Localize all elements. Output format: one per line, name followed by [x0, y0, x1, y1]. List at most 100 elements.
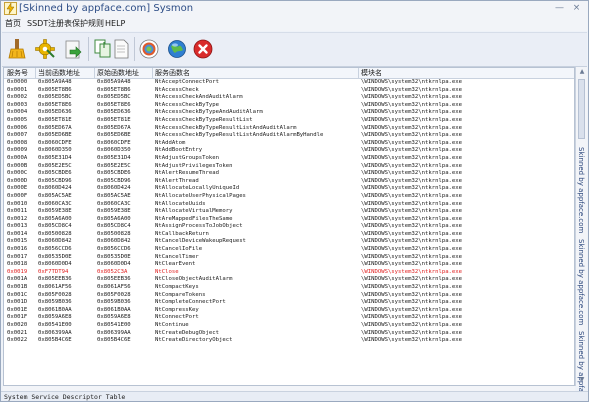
column-separator[interactable] [35, 68, 36, 78]
cell-service-number: 0x000C [7, 170, 28, 177]
table-row[interactable]: 0x0015 0x8060D842 0x8060D842 NtCancelDevice… [4, 238, 574, 246]
menu-help[interactable]: HELP [105, 18, 125, 30]
cell-current-address: 0x8060CA3C [38, 200, 72, 207]
cell-function-name: NtConnectPort [155, 314, 199, 321]
table-row-hooked[interactable]: 0x0019 0xF7TDT94 0x8052C3A NtClose \WINDOWS\… [4, 269, 574, 277]
cell-service-number: 0x0002 [7, 94, 28, 101]
table-row[interactable]: 0x001A 0x805EEB36 0x805EEB36 NtCloseObjectA… [4, 276, 574, 284]
table-row[interactable]: 0x0012 0x805A6A00 0x805A6A00 NtAreMappedFil… [4, 216, 574, 224]
table-row[interactable]: 0x0018 0x8060D0D4 0x8060D0D4 NtClearEvent \W… [4, 261, 574, 269]
column-header-original-address[interactable]: 原始函数地址 [97, 68, 139, 78]
table-row[interactable]: 0x001C 0x805F0028 0x805F0028 NtCompareToken… [4, 292, 574, 300]
cell-original-address: 0x805ED5BC [97, 94, 131, 101]
cell-original-address: 0x805CD8C4 [97, 223, 131, 230]
table-row[interactable]: 0x0010 0x8060CA3C 0x8060CA3C NtAllocateUuid… [4, 200, 574, 209]
table-row[interactable]: 0x0021 0x806399AA 0x806399AA NtCreateDebugO… [4, 329, 574, 338]
cell-function-name: NtAllocateUserPhysicalPages [155, 192, 246, 199]
cell-function-name: NtAddBootEntry [155, 147, 203, 154]
table-row[interactable]: 0x001B 0x8061AF56 0x8061AF56 NtCompactKeys \… [4, 284, 574, 292]
cell-original-address: 0x805E31D4 [97, 154, 131, 161]
column-header-module-name[interactable]: 模块名 [361, 68, 382, 78]
table-row[interactable]: 0x0020 0x80541E00 0x80541E00 NtContinue \WIN… [4, 322, 574, 330]
cell-service-number: 0x000D [7, 177, 28, 184]
stop-button[interactable] [190, 36, 216, 62]
column-header-function-name[interactable]: 服务函数名 [155, 68, 190, 78]
cell-original-address: 0x8059B036 [97, 299, 131, 306]
table-row[interactable]: 0x0000 0x805A9A48 0x805A9A48 NtAcceptConnec… [4, 79, 574, 87]
cell-service-number: 0x0013 [7, 223, 28, 230]
cell-function-name: NtAccessCheckByType [155, 101, 219, 108]
table-row[interactable]: 0x0003 0x805ET8E6 0x805ET8E6 NtAccessCheckB… [4, 101, 574, 110]
internet-button[interactable] [164, 36, 190, 62]
column-header-service-number[interactable]: 服务号 [7, 68, 28, 78]
menu-registry-rules[interactable]: 注册表保护规则 [48, 18, 104, 30]
table-row[interactable]: 0x0002 0x805ED5BC 0x805ED5BC NtAccessCheckA… [4, 94, 574, 102]
cell-service-number: 0x0010 [7, 200, 28, 207]
scroll-down-arrow-icon[interactable]: ▼ [578, 376, 586, 384]
vertical-scrollbar[interactable]: ▲ Skinned by appface.com Skinned by appf… [575, 67, 587, 401]
table-row[interactable]: 0x000D 0x805CBD96 0x805CBD96 NtAlertThread \… [4, 177, 574, 186]
scroll-up-arrow-icon[interactable]: ▲ [578, 68, 586, 76]
cell-current-address: 0x805AC5AE [38, 192, 72, 199]
column-separator[interactable] [358, 68, 359, 78]
clean-icon [8, 39, 26, 59]
table-row[interactable]: 0x000B 0x805E2E5C 0x805E2E5C NtAdjustPrivil… [4, 163, 574, 171]
cell-function-name: NtAccessCheckByTypeResultListAndAuditAla… [155, 132, 324, 139]
table-row[interactable]: 0x0014 0x80500828 0x80500828 NtCallbackRetu… [4, 230, 574, 239]
cell-original-address: 0x806399AA [97, 329, 131, 336]
table-row[interactable]: 0x000E 0x8060D424 0x8060D424 NtAllocateLoca… [4, 185, 574, 193]
cell-service-number: 0x0020 [7, 322, 28, 328]
cell-original-address: 0x805AC5AE [97, 192, 131, 199]
table-row[interactable]: 0x0022 0x805B4C6E 0x805B4C6E NtCreateDirect… [4, 337, 574, 345]
cell-current-address: 0x8060CDFE [38, 139, 72, 146]
table-row[interactable]: 0x0005 0x805ET81E 0x805ET81E NtAccessCheckB… [4, 116, 574, 125]
cell-service-number: 0x0001 [7, 86, 28, 93]
cell-module-name: \WINDOWS\system32\ntkrnlpa.exe [361, 322, 463, 328]
table-row[interactable]: 0x0011 0x8059E38E 0x8059E38E NtAllocateVirt… [4, 208, 574, 216]
menu-home[interactable]: 首页 [5, 18, 21, 30]
column-separator[interactable] [152, 68, 153, 78]
cell-current-address: 0x80541E00 [38, 322, 72, 328]
cell-original-address: 0x8060D0D4 [97, 261, 131, 268]
minimize-button[interactable]: — [554, 3, 565, 14]
table-row[interactable]: 0x0008 0x8060CDFE 0x8060CDFE NtAddAtom \WIND… [4, 139, 574, 148]
table-row[interactable]: 0x0016 0x8056CCD6 0x8056CCD6 NtCancelIoFile… [4, 246, 574, 254]
close-button[interactable]: × [571, 3, 582, 14]
cell-service-number: 0x0016 [7, 246, 28, 253]
menu-ssdt[interactable]: SSDT [27, 18, 48, 30]
table-row[interactable]: 0x000F 0x805AC5AE 0x805AC5AE NtAllocateUser… [4, 192, 574, 201]
cell-module-name: \WINDOWS\system32\ntkrnlpa.exe [361, 230, 463, 237]
column-header-current-address[interactable]: 当前函数地址 [38, 68, 80, 78]
cell-current-address: 0x805E31D4 [38, 154, 72, 161]
table-row[interactable]: 0x000C 0x805CBDE6 0x805CBDE6 NtAlertResumeT… [4, 170, 574, 178]
settings-button[interactable] [32, 36, 58, 62]
table-row[interactable]: 0x0004 0x805ED636 0x805ED636 NtAccessCheckB… [4, 109, 574, 117]
cell-current-address: 0x8059A6E8 [38, 314, 72, 321]
cell-service-number: 0x0004 [7, 109, 28, 116]
table-row[interactable]: 0x0013 0x805CD8C4 0x805CD8C4 NtAssignProces… [4, 223, 574, 231]
column-separator[interactable] [94, 68, 95, 78]
table-row[interactable]: 0x0007 0x805ED6BE 0x805ED6BE NtAccessCheckB… [4, 132, 574, 140]
table-row[interactable]: 0x0006 0x805ED67A 0x805ED67A NtAccessCheckB… [4, 124, 574, 133]
table-row[interactable]: 0x0009 0x8060D350 0x8060D350 NtAddBootEntry… [4, 147, 574, 155]
table-row[interactable]: 0x000A 0x805E31D4 0x805E31D4 NtAdjustGroups… [4, 154, 574, 163]
cell-current-address: 0x805ED67A [38, 124, 72, 131]
cell-module-name: \WINDOWS\system32\ntkrnlpa.exe [361, 154, 463, 161]
target-button[interactable] [136, 36, 162, 62]
table-row[interactable]: 0x001F 0x8059A6E8 0x8059A6E8 NtConnectPort \… [4, 314, 574, 322]
cell-current-address: 0x805ET8E6 [38, 101, 72, 108]
cell-original-address: 0x80541E00 [97, 322, 131, 328]
ssdt-table[interactable]: 服务号 当前函数地址 原始函数地址 服务函数名 模块名 0x0000 0x805A… [3, 67, 575, 386]
cell-module-name: \WINDOWS\system32\ntkrnlpa.exe [361, 299, 463, 306]
table-row[interactable]: 0x0001 0x805ET8B6 0x805ET8B6 NtAccessCheck \… [4, 86, 574, 95]
clean-button[interactable] [4, 36, 30, 62]
scrollbar-thumb[interactable] [578, 79, 585, 139]
cell-service-number: 0x0005 [7, 116, 28, 123]
title-bar[interactable]: [Skinned by appface.com] Sysmon — × [1, 1, 588, 17]
document-button[interactable] [108, 36, 134, 62]
export-button[interactable] [60, 36, 86, 62]
table-row[interactable]: 0x001D 0x8059B036 0x8059B036 NtCompleteConn… [4, 299, 574, 307]
table-row[interactable]: 0x0017 0x80535D0E 0x80535D0E NtCancelTimer \… [4, 254, 574, 262]
cell-module-name: \WINDOWS\system32\ntkrnlpa.exe [361, 261, 463, 268]
table-row[interactable]: 0x001E 0x8061B0AA 0x8061B0AA NtCompressKey \… [4, 307, 574, 315]
